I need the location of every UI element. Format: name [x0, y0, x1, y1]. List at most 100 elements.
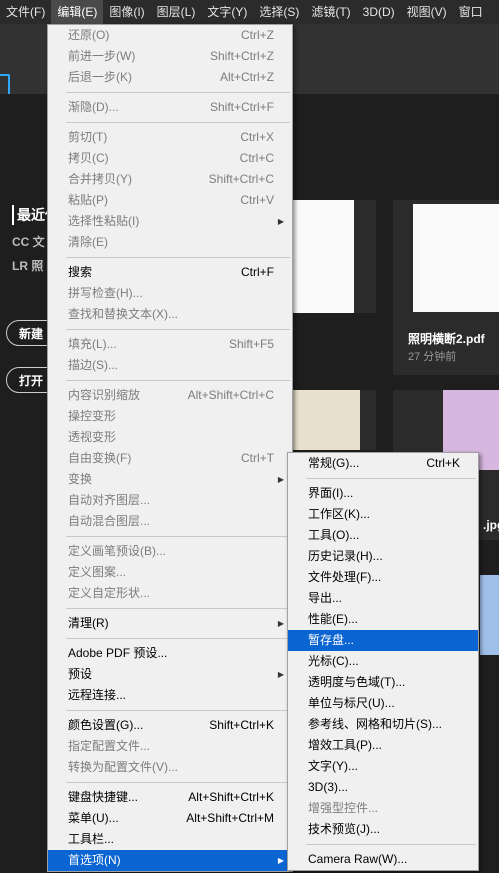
menubar-item[interactable]: 图层(L) — [151, 0, 202, 24]
edit-menu-item[interactable]: 前进一步(W) Shift+Ctrl+Z — [48, 46, 292, 67]
menu-item-shortcut: Ctrl+T — [241, 451, 274, 465]
menu-item-label: 导出... — [308, 591, 343, 605]
menu-separator — [306, 478, 476, 479]
preferences-menu-item[interactable]: 工作区(K)... — [288, 504, 478, 525]
menubar-item[interactable]: 窗口 — [453, 0, 489, 24]
recent-file-thumb[interactable] — [480, 575, 499, 655]
edit-menu-item[interactable]: 选择性粘贴(I) ▶ — [48, 211, 292, 232]
menubar-item[interactable]: 滤镜(T) — [305, 0, 356, 24]
edit-menu-item[interactable]: 拼写检查(H)... — [48, 283, 292, 304]
edit-menu-item[interactable]: 粘贴(P) Ctrl+V — [48, 190, 292, 211]
menu-item-label: 查找和替换文本(X)... — [68, 307, 178, 321]
preferences-menu-item[interactable]: 导出... — [288, 588, 478, 609]
edit-menu-item[interactable]: 操控变形 — [48, 406, 292, 427]
preferences-menu-item[interactable]: 文件处理(F)... — [288, 567, 478, 588]
edit-menu-item[interactable]: 剪切(T) Ctrl+X — [48, 127, 292, 148]
edit-menu-item[interactable]: 自动混合图层... — [48, 511, 292, 532]
menubar-item[interactable]: 文字(Y) — [201, 0, 253, 24]
menu-item-label: 拼写检查(H)... — [68, 286, 143, 300]
edit-menu-item[interactable]: 定义自定形状... — [48, 583, 292, 604]
edit-menu-item[interactable]: 拷贝(C) Ctrl+C — [48, 148, 292, 169]
menu-item-label: 前进一步(W) — [68, 49, 136, 63]
preferences-menu-item[interactable]: 参考线、网格和切片(S)... — [288, 714, 478, 735]
menu-item-label: 颜色设置(G)... — [68, 718, 144, 732]
edit-menu-item[interactable]: 转换为配置文件(V)... — [48, 757, 292, 778]
edit-menu-item[interactable]: 远程连接... — [48, 685, 292, 706]
preferences-menu-item[interactable]: 增强型控件... — [288, 798, 478, 819]
edit-menu-item[interactable]: 自由变换(F) Ctrl+T — [48, 448, 292, 469]
menubar-item[interactable]: 编辑(E) — [51, 0, 104, 24]
edit-menu-item[interactable]: 定义画笔预设(B)... — [48, 541, 292, 562]
edit-menu-item[interactable]: 指定配置文件... — [48, 736, 292, 757]
edit-menu-item[interactable]: 还原(O) Ctrl+Z — [48, 25, 292, 46]
menu-item-label: 远程连接... — [68, 688, 127, 702]
menu-item-label: 界面(I)... — [308, 486, 354, 500]
edit-menu-item[interactable]: 定义图案... — [48, 562, 292, 583]
preferences-menu-item[interactable]: 单位与标尺(U)... — [288, 693, 478, 714]
edit-menu-item[interactable]: 透视变形 — [48, 427, 292, 448]
menubar-item[interactable]: 图像(I) — [103, 0, 150, 24]
edit-menu-item[interactable]: 查找和替换文本(X)... — [48, 304, 292, 325]
menu-item-label: 剪切(T) — [68, 130, 108, 144]
menu-item-label: 透视变形 — [68, 430, 117, 444]
menubar-item[interactable]: 3D(D) — [357, 0, 401, 24]
menu-item-shortcut: Ctrl+V — [240, 193, 274, 207]
recent-file-thumb[interactable] — [290, 390, 376, 450]
menu-separator — [66, 536, 290, 537]
menu-item-label: 渐隐(D)... — [68, 100, 119, 114]
preferences-menu-item[interactable]: 透明度与色域(T)... — [288, 672, 478, 693]
menu-item-label: 3D(3)... — [308, 780, 349, 794]
edit-menu-item[interactable]: 清理(R) ▶ — [48, 613, 292, 634]
edit-menu-item[interactable]: 首选项(N) ▶ — [48, 850, 292, 871]
menu-item-shortcut: Shift+Ctrl+C — [208, 172, 274, 186]
edit-menu-item[interactable]: 合并拷贝(Y) Shift+Ctrl+C — [48, 169, 292, 190]
preferences-menu-item[interactable]: 增效工具(P)... — [288, 735, 478, 756]
preferences-menu-item[interactable]: 3D(3)... — [288, 777, 478, 798]
menu-item-shortcut: Ctrl+C — [239, 151, 274, 165]
edit-menu-item[interactable]: 后退一步(K) Alt+Ctrl+Z — [48, 67, 292, 88]
edit-menu-item[interactable]: 内容识别缩放 Alt+Shift+Ctrl+C — [48, 385, 292, 406]
edit-menu-item[interactable]: 描边(S)... — [48, 355, 292, 376]
edit-menu-item[interactable]: 颜色设置(G)... Shift+Ctrl+K — [48, 715, 292, 736]
menu-item-label: 还原(O) — [68, 28, 110, 42]
preferences-menu-item[interactable]: 暂存盘... — [288, 630, 478, 651]
edit-menu-item[interactable]: 菜单(U)... Alt+Shift+Ctrl+M — [48, 808, 292, 829]
menu-item-label: 定义画笔预设(B)... — [68, 544, 166, 558]
cc-files-link[interactable]: CC 文 — [12, 233, 45, 250]
menubar-item[interactable]: 视图(V) — [401, 0, 453, 24]
menu-item-label: 单位与标尺(U)... — [308, 696, 395, 710]
menu-item-shortcut: Ctrl+X — [240, 130, 274, 144]
preferences-menu-item[interactable]: 技术预览(J)... — [288, 819, 478, 840]
menubar-item[interactable]: 选择(S) — [253, 0, 305, 24]
edit-menu-item[interactable]: 渐隐(D)... Shift+Ctrl+F — [48, 97, 292, 118]
menu-item-label: 指定配置文件... — [68, 739, 151, 753]
preferences-menu-item[interactable]: 工具(O)... — [288, 525, 478, 546]
edit-menu-item[interactable]: 工具栏... — [48, 829, 292, 850]
preferences-menu-item[interactable]: 光标(C)... — [288, 651, 478, 672]
preferences-menu-item[interactable]: 文字(Y)... — [288, 756, 478, 777]
edit-menu-item[interactable]: 自动对齐图层... — [48, 490, 292, 511]
edit-menu-item[interactable]: Adobe PDF 预设... — [48, 643, 292, 664]
edit-menu-item[interactable]: 预设 ▶ — [48, 664, 292, 685]
edit-menu-item[interactable]: 填充(L)... Shift+F5 — [48, 334, 292, 355]
preferences-menu-item[interactable]: 界面(I)... — [288, 483, 478, 504]
preferences-menu-item[interactable]: Camera Raw(W)... — [288, 849, 478, 870]
preferences-menu-item[interactable]: 性能(E)... — [288, 609, 478, 630]
preferences-menu-item[interactable]: 历史记录(H)... — [288, 546, 478, 567]
menubar-item[interactable]: 文件(F) — [0, 0, 51, 24]
submenu-arrow-icon: ▶ — [277, 475, 284, 484]
menu-item-shortcut: Ctrl+Z — [241, 28, 274, 42]
edit-menu-item[interactable]: 变换 ▶ — [48, 469, 292, 490]
lr-photos-link[interactable]: LR 照 — [12, 257, 43, 274]
menu-item-shortcut: Shift+Ctrl+Z — [209, 49, 274, 63]
edit-menu-item[interactable]: 键盘快捷键... Alt+Shift+Ctrl+K — [48, 787, 292, 808]
file-name: .jpg — [483, 518, 499, 532]
menu-item-label: 定义自定形状... — [68, 586, 151, 600]
preferences-menu-item[interactable]: 常规(G)... Ctrl+K — [288, 453, 478, 474]
recent-file-thumb[interactable] — [290, 200, 376, 313]
edit-menu-item[interactable]: 搜索 Ctrl+F — [48, 262, 292, 283]
menu-separator — [66, 608, 290, 609]
menu-item-label: 清除(E) — [68, 235, 108, 249]
preferences-submenu: 常规(G)... Ctrl+K 界面(I)... 工作区(K)... 工具(O)... 历… — [287, 452, 479, 871]
edit-menu-item[interactable]: 清除(E) — [48, 232, 292, 253]
